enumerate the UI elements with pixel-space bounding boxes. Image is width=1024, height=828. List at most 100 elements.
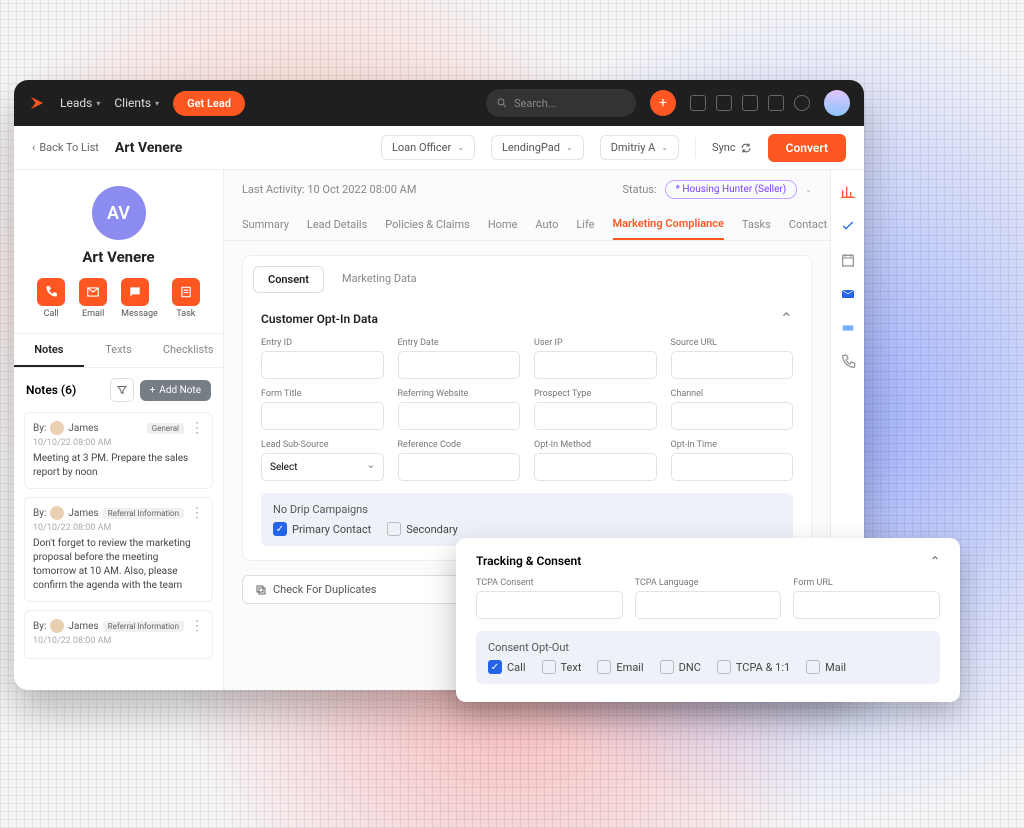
field-input[interactable] — [398, 453, 521, 481]
note-author: James — [68, 423, 98, 434]
calendar-icon[interactable] — [840, 252, 856, 268]
inner-tab-marketing-data[interactable]: Marketing Data — [328, 266, 431, 293]
collapse-icon[interactable]: ⌃ — [780, 309, 793, 328]
field-input[interactable] — [534, 402, 657, 430]
field-input[interactable] — [261, 351, 384, 379]
nav-leads[interactable]: Leads▾ — [60, 96, 100, 110]
back-to-list-link[interactable]: ‹Back To List — [32, 141, 99, 154]
field-input[interactable] — [261, 402, 384, 430]
chevron-down-icon[interactable]: ⌄ — [805, 185, 812, 194]
tracking-consent-popup: Tracking & Consent ⌃ TCPA ConsentTCPA La… — [456, 538, 960, 702]
add-button[interactable]: + — [650, 90, 676, 116]
tab-notes[interactable]: Notes — [14, 334, 84, 367]
note-card[interactable]: By:JamesReferral Information⋮10/10/22 08… — [24, 497, 213, 602]
announcement-icon[interactable] — [716, 95, 732, 111]
field-input[interactable] — [793, 591, 940, 619]
sync-icon — [740, 142, 752, 154]
convert-button[interactable]: Convert — [768, 134, 846, 162]
secondary-contact-checkbox[interactable]: Secondary — [387, 522, 458, 536]
note-author-avatar — [50, 421, 64, 435]
document-icon[interactable] — [690, 95, 706, 111]
loan-officer-dropdown[interactable]: Loan Officer⌄ — [381, 135, 475, 160]
notes-list[interactable]: By:JamesGeneral⋮10/10/22 08:00 AMMeeting… — [14, 412, 223, 690]
message-action-button[interactable] — [121, 278, 149, 306]
last-activity: Last Activity: 10 Oct 2022 08:00 AM — [242, 183, 416, 196]
main-tab[interactable]: Home — [488, 210, 518, 239]
filter-icon — [116, 384, 128, 396]
main-tab[interactable]: Life — [576, 210, 594, 239]
global-search[interactable]: Search... — [486, 89, 636, 117]
main-tab[interactable]: Lead Details — [307, 210, 367, 239]
assignee-dropdown[interactable]: Dmitriy A⌄ — [600, 135, 679, 160]
chart-icon[interactable] — [840, 184, 856, 200]
note-menu-icon[interactable]: ⋮ — [190, 508, 204, 518]
note-author-avatar — [50, 619, 64, 633]
main-tab[interactable]: Policies & Claims — [385, 210, 470, 239]
note-tag: General — [147, 423, 184, 434]
chevron-down-icon: ⌄ — [457, 143, 464, 152]
lead-sub-source-select[interactable]: Select — [261, 453, 384, 481]
main-tab[interactable]: Auto — [535, 210, 558, 239]
optout-checkbox[interactable]: TCPA & 1:1 — [717, 660, 790, 674]
optout-title: Consent Opt-Out — [488, 641, 928, 654]
status-badge[interactable]: * Housing Hunter (Seller) — [665, 180, 798, 199]
add-note-button[interactable]: +Add Note — [140, 380, 211, 401]
main-tab[interactable]: Contact Log — [789, 210, 830, 239]
email-action-button[interactable] — [79, 278, 107, 306]
main-tab[interactable]: Summary — [242, 210, 289, 239]
main-tab[interactable]: Tasks — [742, 210, 771, 239]
field-label: Form URL — [793, 578, 940, 588]
field-label: Opt-In Time — [671, 440, 794, 450]
task-action-button[interactable] — [172, 278, 200, 306]
call-action-button[interactable] — [37, 278, 65, 306]
nav-clients[interactable]: Clients▾ — [114, 96, 159, 110]
field-input[interactable] — [534, 453, 657, 481]
phone-icon[interactable] — [840, 354, 856, 370]
check-icon[interactable] — [840, 218, 856, 234]
field-input[interactable] — [671, 351, 794, 379]
field-input[interactable] — [398, 402, 521, 430]
field-input[interactable] — [671, 402, 794, 430]
field-input[interactable] — [476, 591, 623, 619]
optout-checkbox[interactable]: ✓Call — [488, 660, 526, 674]
optout-checkbox[interactable]: DNC — [660, 660, 701, 674]
sync-button[interactable]: Sync — [712, 141, 752, 154]
note-menu-icon[interactable]: ⋮ — [190, 621, 204, 631]
gear-icon[interactable] — [794, 95, 810, 111]
card-icon[interactable] — [840, 320, 856, 336]
field-input[interactable] — [398, 351, 521, 379]
copy-icon — [255, 584, 267, 596]
field-input[interactable] — [635, 591, 782, 619]
note-card[interactable]: By:JamesReferral Information⋮10/10/22 08… — [24, 610, 213, 659]
primary-contact-checkbox[interactable]: ✓Primary Contact — [273, 522, 371, 536]
chevron-down-icon: ▾ — [96, 99, 100, 108]
monitor-icon[interactable] — [768, 95, 784, 111]
app-logo-icon — [28, 94, 46, 112]
note-card[interactable]: By:JamesGeneral⋮10/10/22 08:00 AMMeeting… — [24, 412, 213, 489]
optout-checkbox[interactable]: Mail — [806, 660, 846, 674]
filter-button[interactable] — [110, 378, 134, 402]
tab-checklists[interactable]: Checklists — [153, 334, 223, 367]
note-time: 10/10/22 08:00 AM — [33, 438, 204, 448]
tab-texts[interactable]: Texts — [84, 334, 154, 367]
get-lead-button[interactable]: Get Lead — [173, 91, 245, 116]
profile-avatar: AV — [92, 186, 146, 240]
mail-icon[interactable] — [840, 286, 856, 302]
note-text: Don't forget to review the marketing pro… — [33, 537, 204, 593]
note-menu-icon[interactable]: ⋮ — [190, 423, 204, 433]
user-avatar[interactable] — [824, 90, 850, 116]
left-sidebar: AV Art Venere Call Email Message Task No… — [14, 170, 224, 690]
field-input[interactable] — [671, 453, 794, 481]
lendingpad-dropdown[interactable]: LendingPad⌄ — [491, 135, 584, 160]
inner-tab-consent[interactable]: Consent — [253, 266, 324, 293]
chevron-left-icon: ‹ — [32, 141, 35, 154]
call-label: Call — [44, 309, 59, 319]
field-input[interactable] — [534, 351, 657, 379]
main-tab[interactable]: Marketing Compliance — [613, 209, 724, 240]
collapse-icon[interactable]: ⌃ — [930, 554, 940, 568]
optout-checkbox[interactable]: Email — [597, 660, 643, 674]
message-label: Message — [121, 309, 158, 319]
task-label: Task — [176, 309, 195, 319]
optout-checkbox[interactable]: Text — [542, 660, 582, 674]
grid-icon[interactable] — [742, 95, 758, 111]
